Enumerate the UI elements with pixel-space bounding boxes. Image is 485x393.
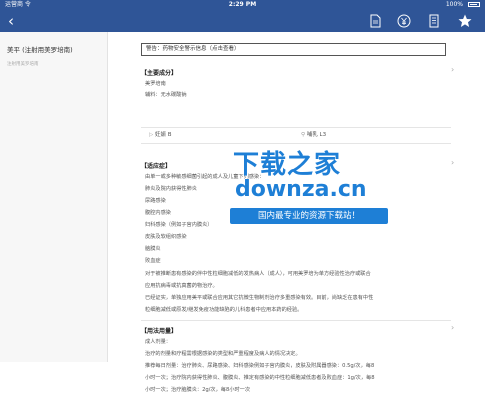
document-icon[interactable] bbox=[367, 13, 383, 29]
battery-icon bbox=[468, 2, 480, 7]
drug-title[interactable]: 美平 (注射用美罗培南) bbox=[7, 44, 73, 54]
chevron-right-icon[interactable]: › bbox=[451, 65, 454, 74]
chevron-right-icon[interactable]: › bbox=[451, 323, 454, 332]
pregnancy-level[interactable]: ▷ 妊娠 B bbox=[149, 129, 172, 141]
main-content: 警告：药物安全警示信息（点击查看） 【主要成分】 › 美罗培南 辅料：无水碳酸钠… bbox=[108, 32, 485, 393]
dosage-line: 治疗的剂量和疗程需根据感染的类型和严重程度及病人的情况决定。 bbox=[145, 351, 301, 357]
dosage-line: 推荐每日剂量：治疗肺炎、尿路感染、妇科感染例如子宫内膜炎，皮肤及附属器感染：0.… bbox=[145, 363, 375, 369]
composition-line: 美罗培南 bbox=[145, 81, 166, 87]
indication-line: 败血症 bbox=[145, 258, 161, 264]
chevron-right-icon[interactable]: › bbox=[451, 158, 454, 167]
clock: 2:29 PM bbox=[228, 1, 257, 8]
lactation-level-label: 哺乳 L3 bbox=[306, 132, 327, 138]
nav-bar: ‹ bbox=[0, 10, 485, 32]
composition-heading: 【主要成分】 bbox=[141, 70, 178, 77]
indication-line: 尿路感染 bbox=[145, 198, 166, 204]
divider bbox=[141, 127, 451, 128]
indication-line: 腹腔内感染 bbox=[145, 210, 171, 216]
lactation-level[interactable]: ⚲ 哺乳 L3 bbox=[301, 129, 326, 141]
safety-level-row: ▷ 妊娠 B ⚲ 哺乳 L3 bbox=[141, 129, 451, 141]
indication-line: 已经证实，单独应用美平或联合应用其它抗微生物制剂治疗多重感染有效。目前，尚缺乏在… bbox=[145, 295, 374, 301]
warning-banner[interactable]: 警告：药物安全警示信息（点击查看） bbox=[141, 43, 446, 56]
battery-percent: 100% bbox=[445, 1, 463, 8]
dosage-line: 成人剂量： bbox=[145, 339, 171, 345]
watermark-title: 下载之家 bbox=[233, 150, 342, 180]
dosage-line: 小时一次；治疗脑膜炎：2g/次，每8小时一次 bbox=[145, 387, 251, 393]
watermark-slogan: 国内最专业的资源下载站！ bbox=[230, 208, 388, 224]
status-bar: 运营商 令 2:29 PM 100% bbox=[0, 0, 485, 10]
watermark-domain: downza.cn bbox=[235, 177, 367, 202]
indication-line: 应用抗病毒或抗真菌药物治疗。 bbox=[145, 283, 218, 289]
back-button[interactable]: ‹ bbox=[3, 12, 19, 30]
divider bbox=[141, 320, 451, 321]
dosage-heading: 【用法用量】 bbox=[141, 328, 178, 335]
list-icon[interactable] bbox=[426, 13, 442, 29]
drug-subtitle: 注射用美罗培南 bbox=[7, 62, 39, 67]
yuan-icon[interactable] bbox=[396, 13, 412, 29]
composition-line: 辅料：无水碳酸钠 bbox=[145, 92, 187, 98]
indication-line: 粒细胞减低或原发/继发免疫功能缺陷的儿科患者中应用本药的经验。 bbox=[145, 307, 303, 313]
indications-heading: 【适应症】 bbox=[141, 163, 172, 170]
dosage-line: 小时一次；治疗院内获得性肺炎、腹膜炎、推定有感染的中性粒细胞减低患者及败血症：1… bbox=[145, 375, 375, 381]
indication-line: 对于被推断患有感染的伴中性粒细胞减低的发热病人（成人），可用美罗培为单方经验性治… bbox=[145, 271, 371, 277]
indication-line: 肺炎及院内获得性肺炎 bbox=[145, 186, 197, 192]
indication-line: 妇科感染（例如子宫内膜炎） bbox=[145, 222, 213, 228]
indication-line: 皮肤及软组织感染 bbox=[145, 234, 187, 240]
star-icon[interactable] bbox=[457, 13, 473, 29]
indication-line: 脑膜炎 bbox=[145, 246, 161, 252]
pregnancy-level-label: 妊娠 B bbox=[154, 132, 172, 138]
sidebar: 美平 (注射用美罗培南) 注射用美罗培南 bbox=[0, 32, 108, 362]
